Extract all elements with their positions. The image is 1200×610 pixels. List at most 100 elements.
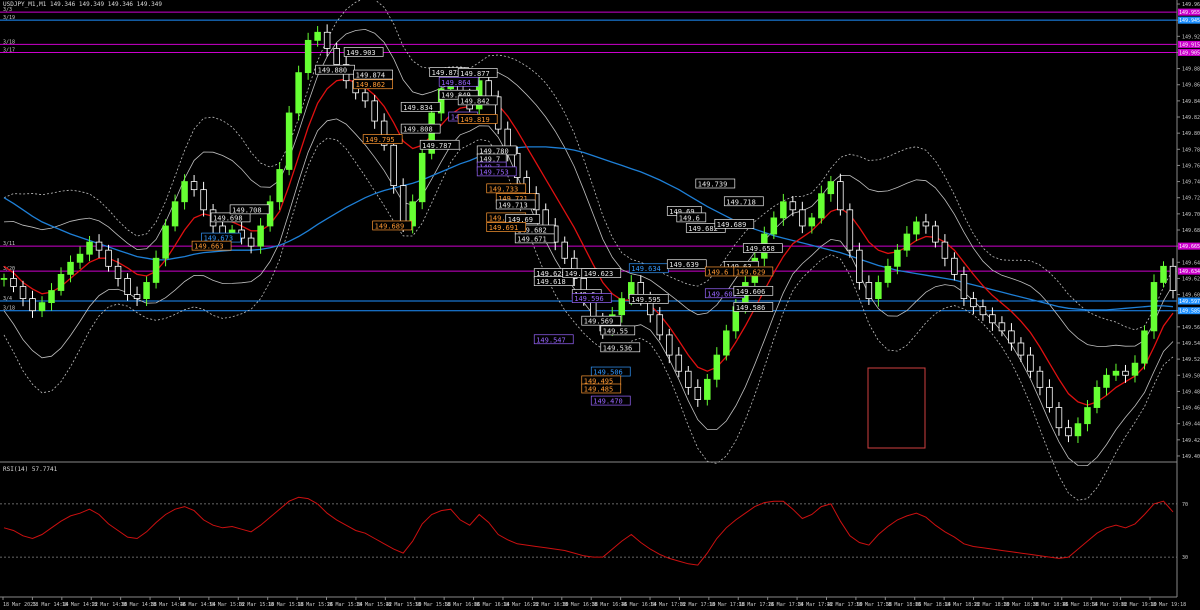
level-date-label: 3/17 [3,47,15,53]
candle-body [1169,265,1177,291]
price-tick-label: 149.865 [1182,83,1200,89]
price-tick-label: 149.445 [1182,422,1200,428]
price-chart[interactable]: 3/33/193/183/173/113/203/43/18 149.90314… [0,0,1200,610]
candle-body [799,209,806,227]
fast-moving-average-line [3,78,1174,406]
price-label: 149.739 [698,181,728,189]
selection-rectangle[interactable] [867,367,926,449]
price-label: 149.698 [213,214,243,222]
price-tick-label: 149.685 [1182,228,1200,234]
price-label: 149.663 [194,243,224,251]
candle-body [1103,374,1110,388]
candle-body [1074,423,1082,437]
outer-band-upper [3,0,1174,331]
price-label: 149.606 [736,288,766,296]
candle-body [1131,362,1139,376]
candle-body [0,278,8,280]
price-tick-label: 149.645 [1182,260,1200,266]
candle-body [285,112,293,170]
price-label: 149.862 [356,81,386,89]
level-price-tag-label: 149.597 [1179,299,1200,305]
price-tick-label: 149.765 [1182,163,1200,169]
level-date-label: 3/18 [3,306,15,312]
candle-body [894,249,901,267]
price-tick-label: 149.745 [1182,180,1200,186]
price-label: 149.877 [460,70,490,78]
candle-body [57,273,65,291]
candle-body [704,378,711,400]
candle-body [124,278,131,295]
price-tick-label: 149.965 [1182,2,1200,8]
candle-body [143,282,150,299]
moving-averages [3,78,1174,406]
candle-body [808,217,816,227]
candle-body [1027,354,1034,372]
candle-body [323,31,331,49]
candle-body [970,298,977,308]
candle-body [371,100,378,122]
candle-body [418,152,426,203]
candle-body [1160,265,1167,283]
candle-body [95,241,103,251]
price-label: 149.623 [584,270,614,278]
candle-body [618,298,626,316]
candle-body [1150,282,1158,332]
price-label: 149.689 [375,222,405,230]
price-tick-label: 149.485 [1182,389,1200,395]
candle-body [314,31,321,41]
price-label: 149.795 [365,136,395,144]
level-price-tag-label: 149.665 [1179,244,1200,250]
candle-body [656,314,664,336]
candle-body [1122,370,1129,376]
slow-moving-average-line [3,146,1174,311]
candle-body [361,92,369,102]
price-label: 149.506 [593,369,623,377]
price-label: 149.547 [536,336,566,344]
candle-body [884,265,892,283]
price-label: 149.691 [489,224,519,232]
price-label: 149.470 [593,398,623,406]
price-label: 149.842 [460,97,490,105]
price-tick-label: 149.845 [1182,99,1200,105]
candle-body [10,278,17,287]
level-date-label: 3/3 [3,7,12,13]
price-tick-label: 149.925 [1182,34,1200,40]
level-price-tag-label: 149.634 [1179,269,1200,275]
candle-body [1008,330,1015,344]
price-label: 149.6 [679,214,700,222]
level-date-label: 3/4 [3,296,12,302]
price-label: 149.682 [688,225,718,233]
candle-body [152,257,160,283]
level-price-tag-label: 149.915 [1179,42,1200,48]
candle-body [171,201,179,227]
price-tick-label: 149.705 [1182,212,1200,218]
candle-body [276,169,283,203]
price-labels: 149.903 149.880 149.874149.862 149.795 149.6… [191,47,783,406]
price-label: 149.6 [707,268,728,276]
price-tick-label: 149.885 [1182,67,1200,73]
candle-body [685,370,692,388]
level-price-tag-label: 149.945 [1179,18,1200,24]
candle-body [951,257,958,275]
rsi-tick-label: 70 [1182,502,1188,508]
candle-body [1112,370,1120,376]
candle-body [105,249,112,267]
candle-body [875,282,882,299]
candle-body [666,334,673,356]
candle-body [181,181,188,203]
candle-body [846,209,854,251]
price-label: 149.586 [736,304,766,312]
price-label: 149.595 [631,296,661,304]
price-label: 149.878 [432,69,462,77]
horizontal-levels: 3/33/193/183/173/113/203/43/18 [0,7,1177,312]
time-axis: 18 Mar 202518 Mar 14:1418 Mar 14:2218 Ma… [0,596,1186,608]
price-label: 149.55 [603,327,628,335]
price-label: 149.819 [460,116,490,124]
candle-body [903,233,911,251]
candle-body [922,221,930,227]
candle-body [48,290,55,304]
time-tick-label: 18 Mar 19:18 [1150,602,1186,608]
price-tick-label: 149.805 [1182,131,1200,137]
rsi-panel: 70 30 [0,496,1188,566]
candle-body [162,225,169,259]
